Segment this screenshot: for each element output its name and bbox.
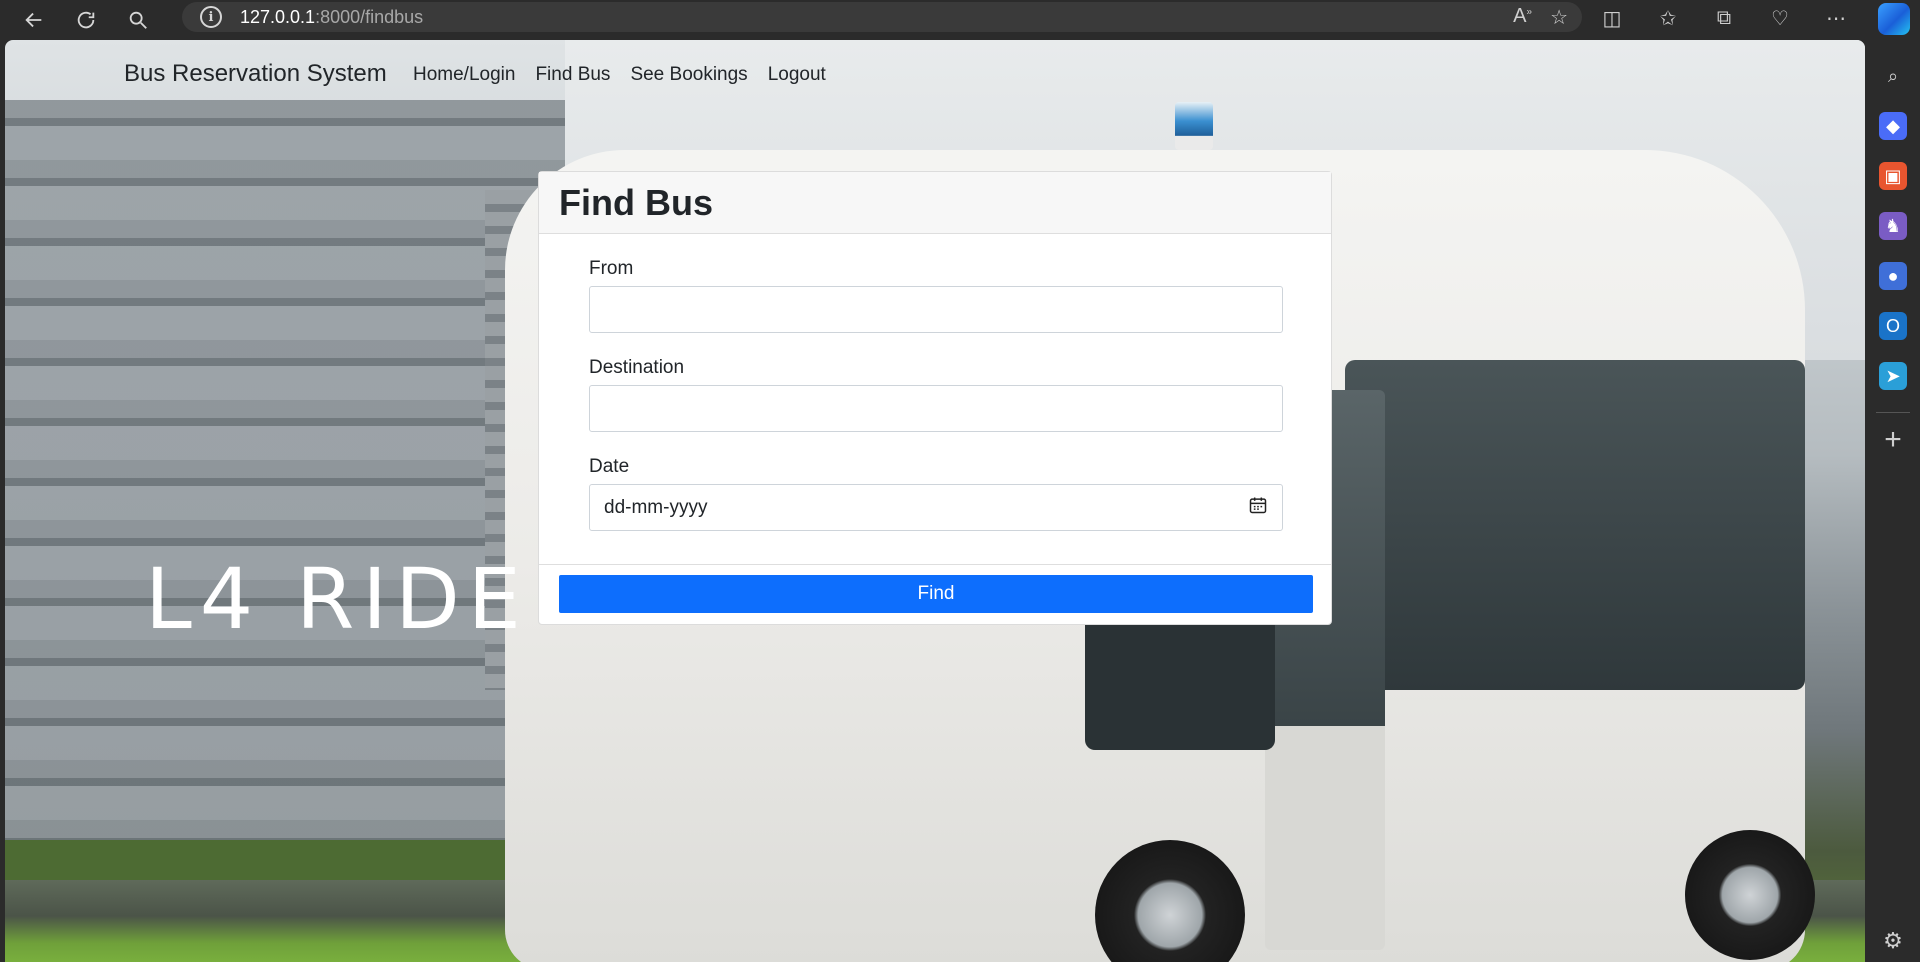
- url-path: :8000/findbus: [315, 6, 424, 27]
- read-aloud-icon[interactable]: A»: [1513, 5, 1532, 30]
- sidebar-settings-icon[interactable]: ⚙: [1883, 928, 1903, 954]
- bus-rear-wheel: [1685, 830, 1815, 960]
- page-title: Find Bus: [559, 181, 713, 223]
- date-label: Date: [589, 456, 630, 477]
- nav-link-see-bookings[interactable]: See Bookings: [630, 64, 747, 86]
- browser-toolbar: i 127.0.0.1:8000/findbus A» ☆ ◫ ✩ ⧉ ♡ ⋯: [0, 0, 1920, 40]
- date-placeholder: dd-mm-yyyy: [604, 496, 708, 518]
- split-screen-icon[interactable]: ◫: [1598, 4, 1626, 32]
- destination-group: Destination: [589, 357, 1283, 432]
- find-bus-card: Find Bus From Destination Date dd-mm-yyy…: [538, 171, 1332, 625]
- more-menu-icon[interactable]: ⋯: [1822, 4, 1850, 32]
- copilot-icon[interactable]: [1878, 3, 1910, 35]
- date-group: Date dd-mm-yyyy: [589, 456, 1283, 531]
- sidebar-copilot-icon[interactable]: ●: [1879, 262, 1907, 290]
- sidebar-tools-icon[interactable]: ▣: [1879, 162, 1907, 190]
- navbar-brand[interactable]: Bus Reservation System: [124, 60, 387, 88]
- favorite-star-icon[interactable]: ☆: [1550, 5, 1568, 30]
- find-button[interactable]: Find: [559, 575, 1313, 613]
- nav-link-logout[interactable]: Logout: [768, 64, 826, 86]
- card-header: Find Bus: [539, 172, 1331, 234]
- from-group: From: [589, 258, 1283, 333]
- back-arrow-icon: [25, 12, 42, 28]
- address-bar[interactable]: i 127.0.0.1:8000/findbus A» ☆: [182, 2, 1582, 32]
- search-button[interactable]: [118, 4, 158, 36]
- url-text[interactable]: 127.0.0.1:8000/findbus: [240, 7, 423, 28]
- bus-windows: [1345, 360, 1805, 690]
- sidebar-divider: [1876, 412, 1910, 413]
- sidebar-send-icon[interactable]: ➤: [1879, 362, 1907, 390]
- find-bus-form: From Destination Date dd-mm-yyyy: [539, 234, 1331, 565]
- destination-input[interactable]: [589, 385, 1283, 432]
- from-label: From: [589, 258, 634, 279]
- collections-icon[interactable]: ⧉: [1710, 4, 1738, 32]
- performance-icon[interactable]: ♡: [1766, 4, 1794, 32]
- sidebar-add-icon[interactable]: +: [1884, 423, 1902, 457]
- from-input[interactable]: [589, 286, 1283, 333]
- nav-links: Home/Login Find Bus See Bookings Logout: [413, 64, 826, 86]
- site-navbar: Bus Reservation System Home/Login Find B…: [5, 40, 1865, 112]
- search-icon: [129, 11, 147, 29]
- url-host: 127.0.0.1: [240, 6, 316, 27]
- sidebar-outlook-icon[interactable]: O: [1879, 312, 1907, 340]
- refresh-icon: [77, 11, 95, 29]
- background-building: [5, 100, 565, 860]
- building-logo-text: L4 RIDE: [145, 550, 529, 648]
- destination-label: Destination: [589, 357, 685, 378]
- sidebar-games-icon[interactable]: ♞: [1879, 212, 1907, 240]
- calendar-icon[interactable]: [1248, 495, 1268, 521]
- nav-link-find-bus[interactable]: Find Bus: [535, 64, 610, 86]
- browser-sidebar: ⌕ ◆ ▣ ♞ ● O ➤ + ⚙: [1866, 40, 1920, 962]
- refresh-button[interactable]: [66, 4, 106, 36]
- sidebar-search-icon[interactable]: ⌕: [1879, 62, 1907, 90]
- site-info-icon[interactable]: i: [200, 6, 222, 28]
- page-viewport: L4 RIDE Bus Reservation System Home/Logi…: [5, 40, 1865, 962]
- sidebar-shopping-icon[interactable]: ◆: [1879, 112, 1907, 140]
- back-button[interactable]: [14, 4, 54, 36]
- date-input[interactable]: dd-mm-yyyy: [589, 484, 1283, 531]
- nav-link-home-login[interactable]: Home/Login: [413, 64, 515, 86]
- card-footer: Find: [539, 565, 1331, 623]
- favorites-icon[interactable]: ✩: [1654, 4, 1682, 32]
